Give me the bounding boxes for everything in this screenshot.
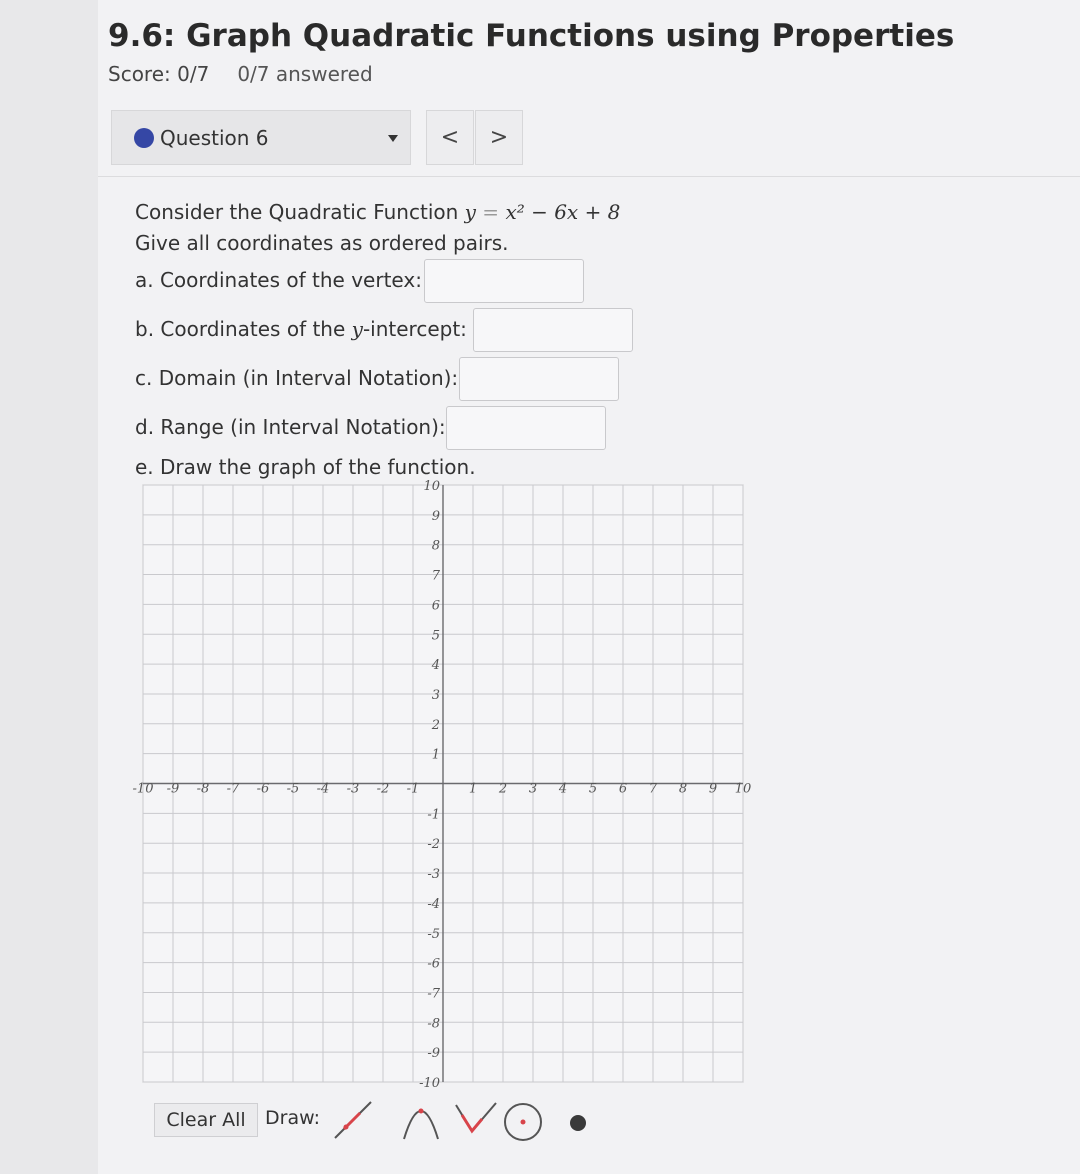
draw-label: Draw: (265, 1107, 320, 1129)
y-tick-label: 6 (432, 598, 440, 613)
y-tick-label: 3 (432, 688, 440, 703)
x-tick-label: 2 (498, 782, 507, 797)
y-tick-label: -8 (427, 1016, 440, 1031)
y-tick-label: -4 (427, 897, 440, 912)
x-tick-label: -5 (287, 782, 300, 797)
x-tick-label: 3 (529, 782, 537, 797)
y-tick-label: -9 (427, 1046, 440, 1061)
graph-canvas[interactable]: -10 -9 -8 -7 -6 -5 -4 -3 -2 -1 1 2 3 4 5 6 7 8 9 10 10 9 8 7 6 5 4… (0, 0, 1080, 1174)
circle-tool-icon[interactable] (500, 1097, 546, 1143)
line-tool-icon[interactable] (330, 1097, 376, 1143)
x-tick-label: 8 (679, 782, 687, 797)
x-tick-label: -8 (197, 782, 210, 797)
x-tick-label: -6 (257, 782, 270, 797)
x-tick-label: 9 (709, 782, 717, 797)
y-tick-label: 8 (432, 539, 440, 554)
y-tick-label: -7 (427, 986, 440, 1001)
x-tick-label: 6 (619, 782, 627, 797)
parabola-tool-icon[interactable] (398, 1097, 444, 1143)
x-tick-label: 10 (735, 782, 752, 797)
y-tick-label: -5 (427, 927, 440, 942)
y-tick-label: 10 (423, 479, 440, 494)
x-tick-label: -10 (133, 782, 154, 797)
vee-tool-icon[interactable] (452, 1097, 498, 1143)
y-tick-label: 2 (431, 718, 440, 733)
y-tick-label: 4 (431, 658, 440, 673)
y-tick-label: 1 (432, 748, 440, 763)
x-tick-label: 4 (558, 782, 567, 797)
clear-all-button[interactable]: Clear All (154, 1103, 258, 1137)
x-tick-label: 1 (469, 782, 477, 797)
y-tick-label: 5 (432, 628, 440, 643)
point-tool-icon[interactable] (555, 1097, 601, 1143)
x-tick-label: -2 (377, 782, 390, 797)
x-tick-label: -7 (227, 782, 240, 797)
x-tick-label: -4 (317, 782, 330, 797)
y-tick-label: -1 (427, 807, 440, 822)
y-tick-label: -10 (419, 1076, 440, 1091)
y-tick-label: -6 (427, 957, 440, 972)
x-tick-label: -1 (407, 782, 420, 797)
x-tick-label: -3 (347, 782, 360, 797)
x-tick-label: 7 (649, 782, 658, 797)
y-tick-label: -2 (427, 837, 440, 852)
x-tick-label: 5 (589, 782, 597, 797)
x-tick-label: -9 (167, 782, 180, 797)
y-tick-label: 9 (432, 509, 440, 524)
y-tick-label: 7 (432, 569, 441, 584)
y-tick-label: -3 (427, 867, 440, 882)
